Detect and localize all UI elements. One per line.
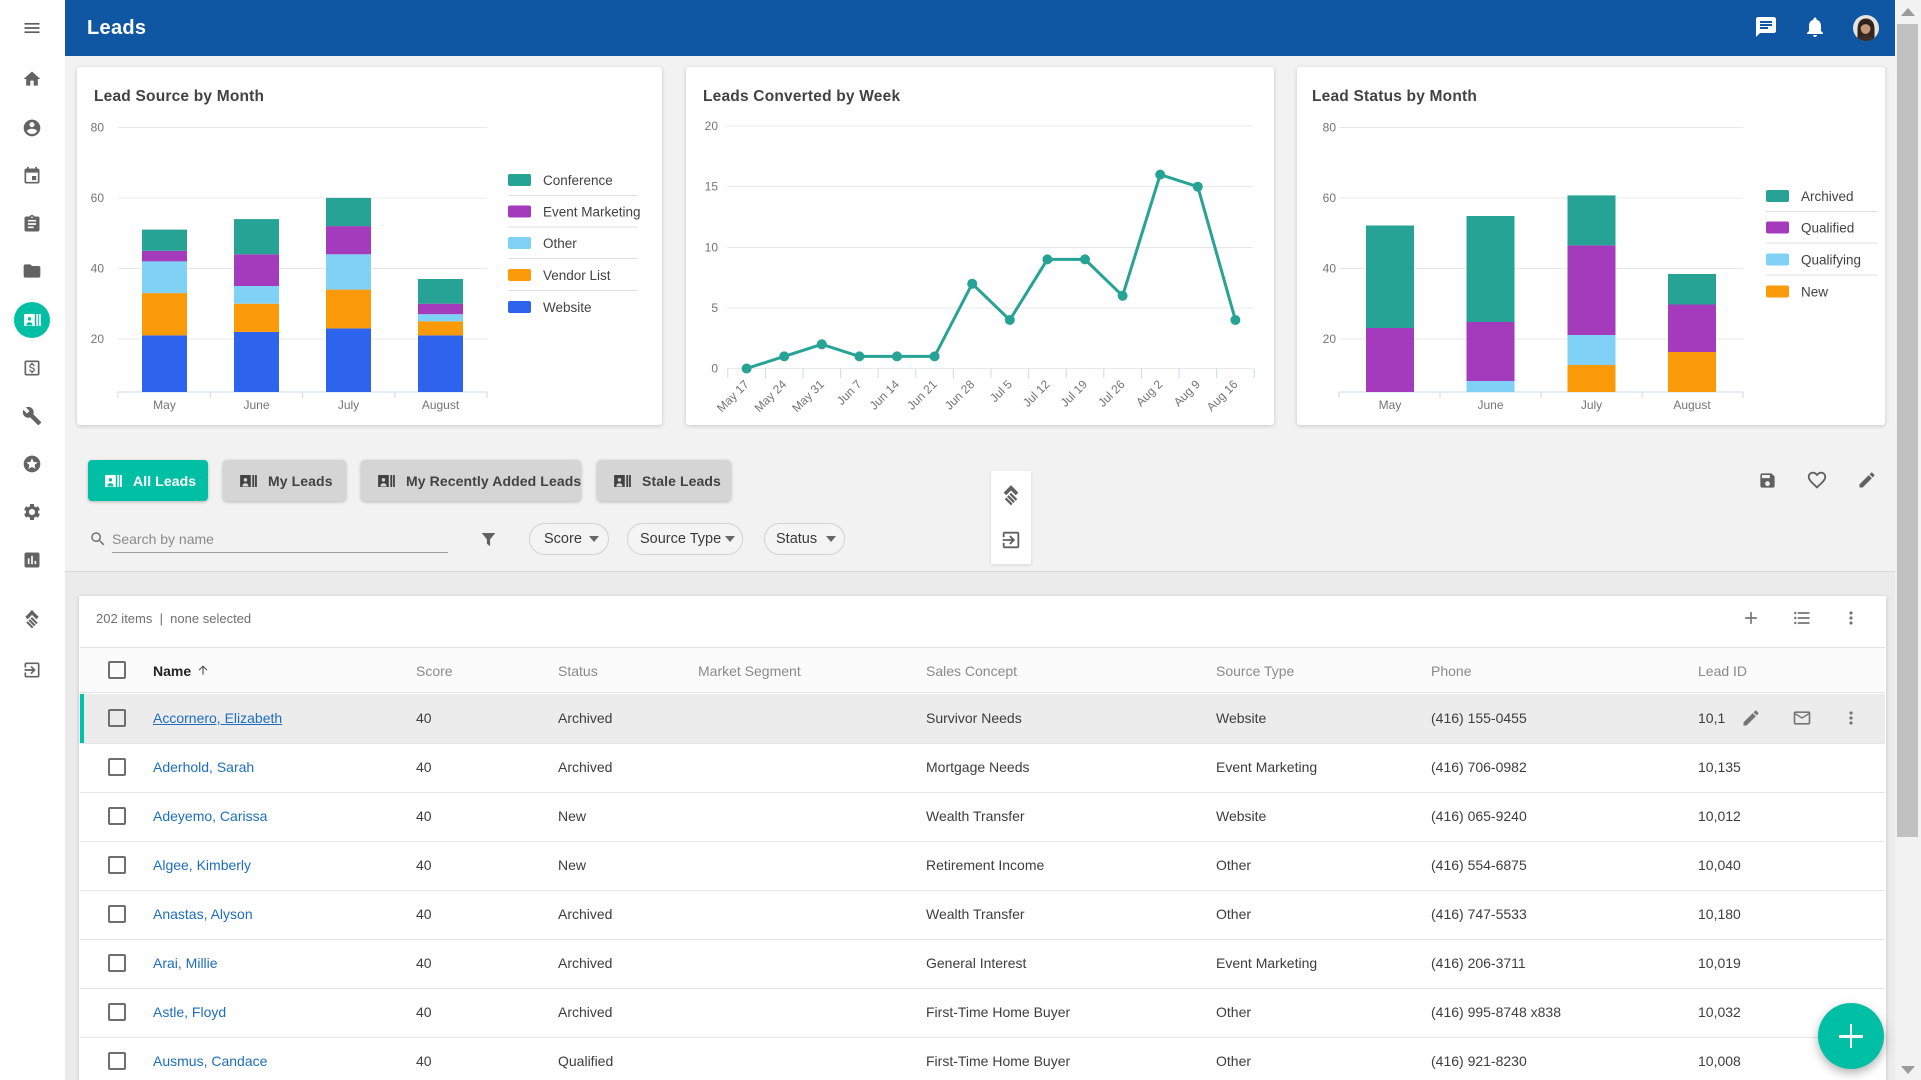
svg-text:July: July (1581, 398, 1602, 412)
svg-text:Jul 26: Jul 26 (1095, 377, 1128, 410)
svg-text:20: 20 (91, 332, 105, 346)
svg-text:Qualified: Qualified (1801, 221, 1854, 236)
svg-text:80: 80 (1323, 121, 1337, 135)
svg-text:May: May (1379, 398, 1402, 412)
svg-text:Vendor List: Vendor List (543, 268, 611, 283)
svg-text:15: 15 (705, 180, 719, 194)
svg-text:May 24: May 24 (752, 377, 790, 415)
svg-text:July: July (338, 398, 359, 412)
svg-text:Conference: Conference (543, 173, 613, 188)
svg-text:Jul 19: Jul 19 (1058, 377, 1091, 410)
svg-text:5: 5 (711, 301, 718, 315)
svg-text:New: New (1801, 285, 1828, 300)
svg-text:60: 60 (91, 191, 105, 205)
svg-text:Jun 28: Jun 28 (942, 377, 978, 413)
svg-text:June: June (243, 398, 269, 412)
svg-text:Jul 12: Jul 12 (1020, 377, 1053, 410)
svg-text:Aug 9: Aug 9 (1171, 377, 1203, 409)
svg-text:June: June (1477, 398, 1503, 412)
svg-text:40: 40 (91, 262, 105, 276)
svg-text:May 17: May 17 (714, 377, 752, 415)
svg-text:Other: Other (543, 236, 577, 251)
svg-text:Event Marketing: Event Marketing (543, 205, 641, 220)
svg-text:Aug 2: Aug 2 (1133, 377, 1165, 409)
svg-text:August: August (422, 398, 460, 412)
svg-text:80: 80 (91, 121, 105, 135)
svg-text:August: August (1673, 398, 1711, 412)
svg-text:20: 20 (1323, 332, 1337, 346)
svg-text:Jun 7: Jun 7 (834, 377, 865, 408)
svg-text:Aug 16: Aug 16 (1204, 377, 1241, 414)
svg-text:0: 0 (711, 362, 718, 376)
svg-text:May 31: May 31 (789, 377, 827, 415)
svg-text:Archived: Archived (1801, 189, 1854, 204)
svg-text:60: 60 (1323, 191, 1337, 205)
svg-text:20: 20 (705, 119, 719, 133)
svg-text:Website: Website (543, 300, 592, 315)
svg-text:Jul 5: Jul 5 (987, 377, 1015, 405)
svg-text:May: May (153, 398, 176, 412)
svg-text:40: 40 (1323, 262, 1337, 276)
svg-text:Jun 14: Jun 14 (867, 377, 903, 413)
svg-text:Qualifying: Qualifying (1801, 253, 1861, 268)
svg-text:10: 10 (705, 241, 719, 255)
svg-text:Jun 21: Jun 21 (904, 377, 940, 413)
